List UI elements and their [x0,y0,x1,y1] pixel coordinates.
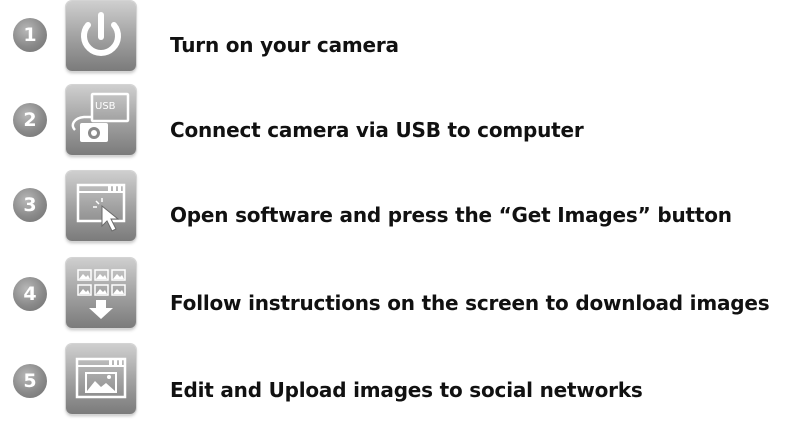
step-instruction: Follow instructions on the screen to dow… [170,291,770,315]
step-number-badge: 2 [13,103,47,137]
step-4: 4 Follow instructions on the screen to d… [0,254,803,338]
software-window-cursor-icon [66,171,136,241]
usb-camera-computer-icon: USB [66,85,136,155]
usb-label: USB [95,101,116,112]
power-icon [66,1,136,71]
step-number-badge: 4 [13,277,47,311]
step-instruction: Connect camera via USB to computer [170,118,584,142]
step-5: 5 Edit and Upload images to social netwo… [0,340,803,424]
download-images-icon [66,258,136,328]
step-number-badge: 5 [13,364,47,398]
step-3: 3 Open software and press the “Get Image… [0,168,803,252]
step-number-badge: 1 [13,18,47,52]
step-instruction: Edit and Upload images to social network… [170,378,643,402]
step-instruction: Open software and press the “Get Images”… [170,203,732,227]
upload-image-window-icon [66,344,136,414]
step-1: 1 Turn on your camera [0,0,803,84]
step-number-badge: 3 [13,188,47,222]
step-instruction: Turn on your camera [170,33,399,57]
step-2: 2 USB Connect camera via USB to computer [0,82,803,166]
